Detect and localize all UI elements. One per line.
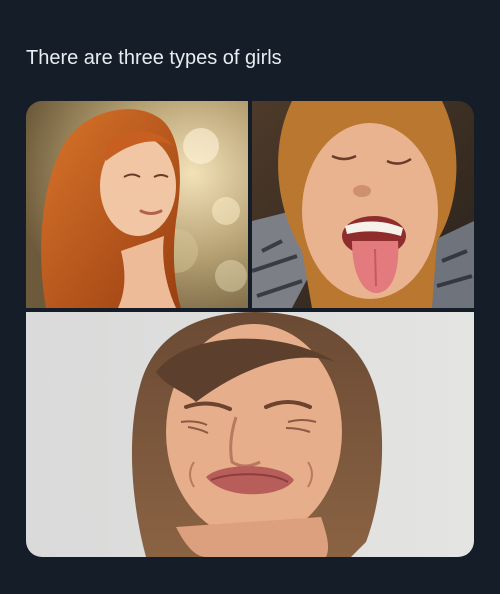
photo-content-face[interactable] [26,101,248,308]
disgusted-face-illustration [26,312,474,557]
photo-disgusted-face[interactable] [26,312,474,557]
content-face-illustration [26,101,248,308]
photo-tongue-out[interactable] [252,101,474,308]
tweet-container: There are three types of girls [0,0,500,594]
tweet-text: There are three types of girls [26,47,282,69]
tongue-out-illustration [252,101,474,308]
media-grid[interactable] [26,101,474,557]
